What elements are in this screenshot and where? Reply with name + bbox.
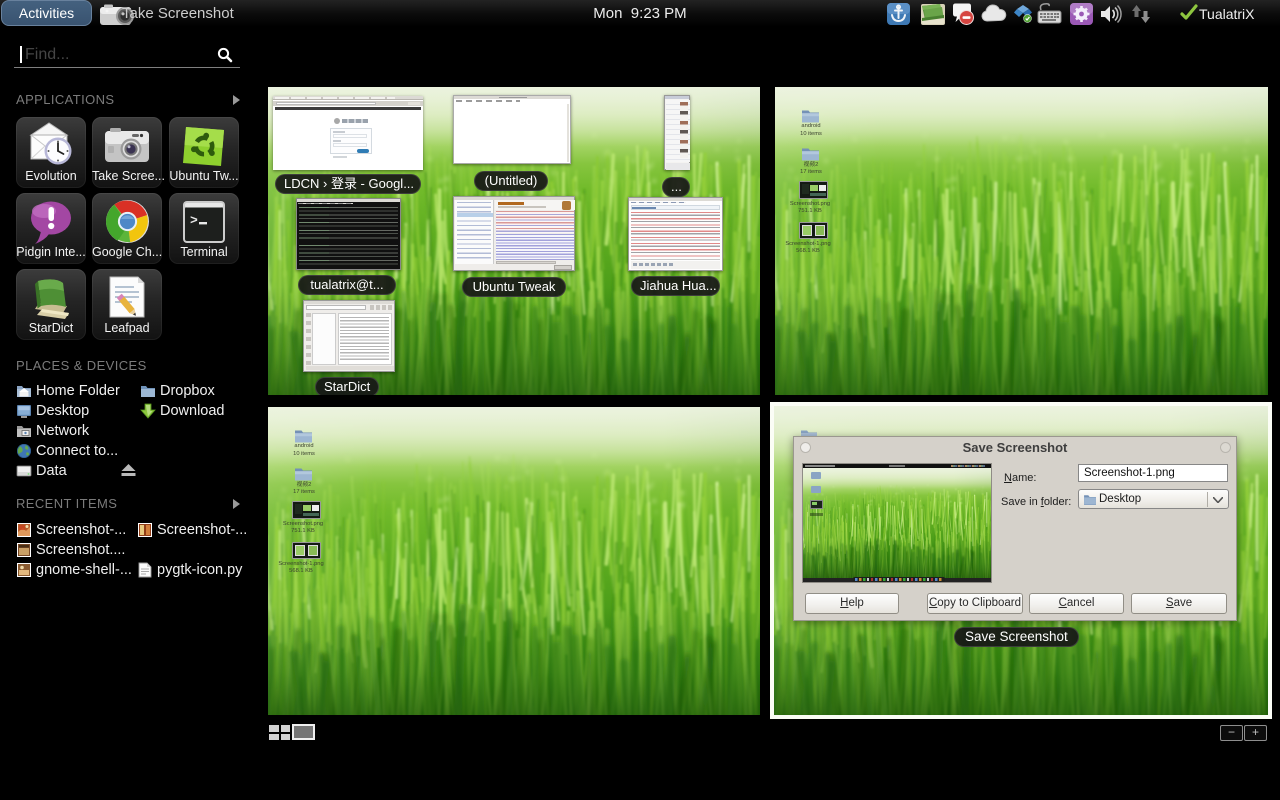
svg-text:>: > <box>190 213 198 228</box>
